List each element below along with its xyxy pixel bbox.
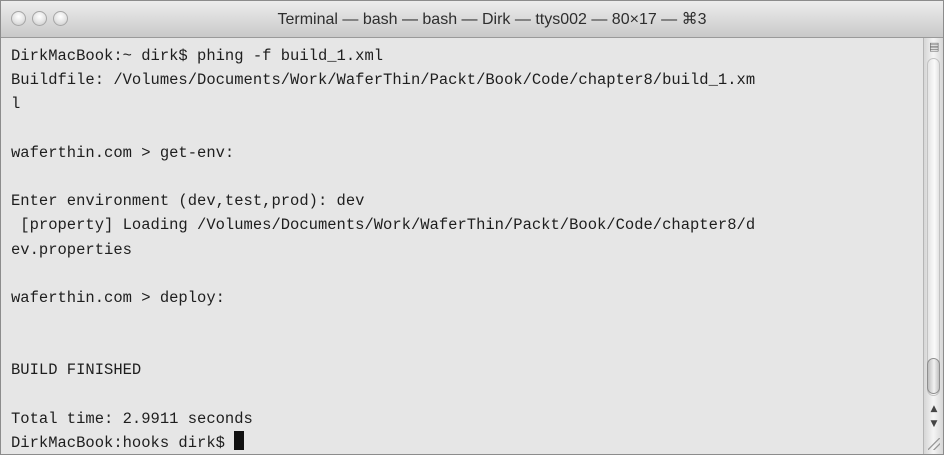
split-pane-icon[interactable]: ▤: [929, 41, 939, 52]
terminal-prompt: DirkMacBook:hooks dirk$: [11, 434, 235, 452]
terminal-output[interactable]: DirkMacBook:~ dirk$ phing -f build_1.xml…: [1, 38, 923, 454]
terminal-prompt-line[interactable]: DirkMacBook:hooks dirk$: [11, 431, 923, 454]
title-bar[interactable]: Terminal — bash — bash — Dirk — ttys002 …: [1, 1, 943, 38]
terminal-line: [property] Loading /Volumes/Documents/Wo…: [11, 216, 756, 235]
terminal-line: DirkMacBook:~ dirk$ phing -f build_1.xml: [11, 47, 384, 65]
terminal-line: Buildfile: /Volumes/Documents/Work/Wafer…: [11, 71, 756, 90]
terminal-line: waferthin.com > deploy:: [11, 288, 225, 307]
scroll-track[interactable]: [927, 58, 940, 396]
chevron-down-icon[interactable]: ▼: [927, 417, 941, 431]
chevron-up-icon[interactable]: ▲: [927, 402, 941, 416]
scroll-thumb[interactable]: [927, 358, 940, 394]
terminal-text: DirkMacBook:~ dirk$ phing -f build_1.xml…: [1, 38, 923, 454]
terminal-window: Terminal — bash — bash — Dirk — ttys002 …: [0, 0, 944, 455]
vertical-scrollbar[interactable]: ▤ ▲ ▼: [923, 38, 943, 454]
resize-grip-icon[interactable]: [928, 438, 940, 450]
terminal-line: Enter environment (dev,test,prod): dev: [11, 192, 365, 211]
terminal-line: l: [11, 95, 21, 114]
terminal-line: BUILD FINISHED: [11, 361, 142, 380]
window-title: Terminal — bash — bash — Dirk — ttys002 …: [277, 11, 707, 28]
text-cursor: [234, 431, 245, 450]
terminal-line: ev.properties: [11, 240, 132, 259]
terminal-line: Total time: 2.9911 seconds: [11, 409, 253, 428]
terminal-line: waferthin.com > get-env:: [11, 143, 235, 162]
